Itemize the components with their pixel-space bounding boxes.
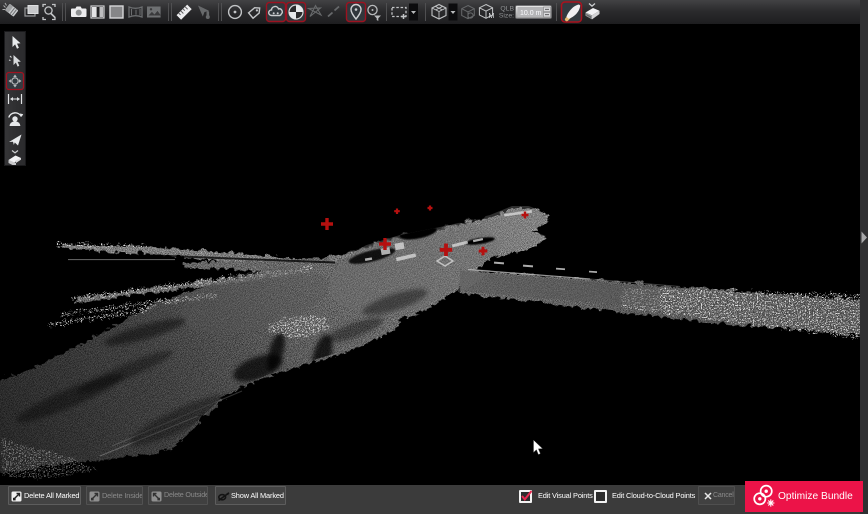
svg-text:M: M bbox=[489, 13, 495, 20]
svg-text:Size:: Size: bbox=[499, 13, 514, 20]
svg-text:QLB: QLB bbox=[500, 6, 514, 13]
svg-text:10.0 m: 10.0 m bbox=[520, 10, 542, 17]
